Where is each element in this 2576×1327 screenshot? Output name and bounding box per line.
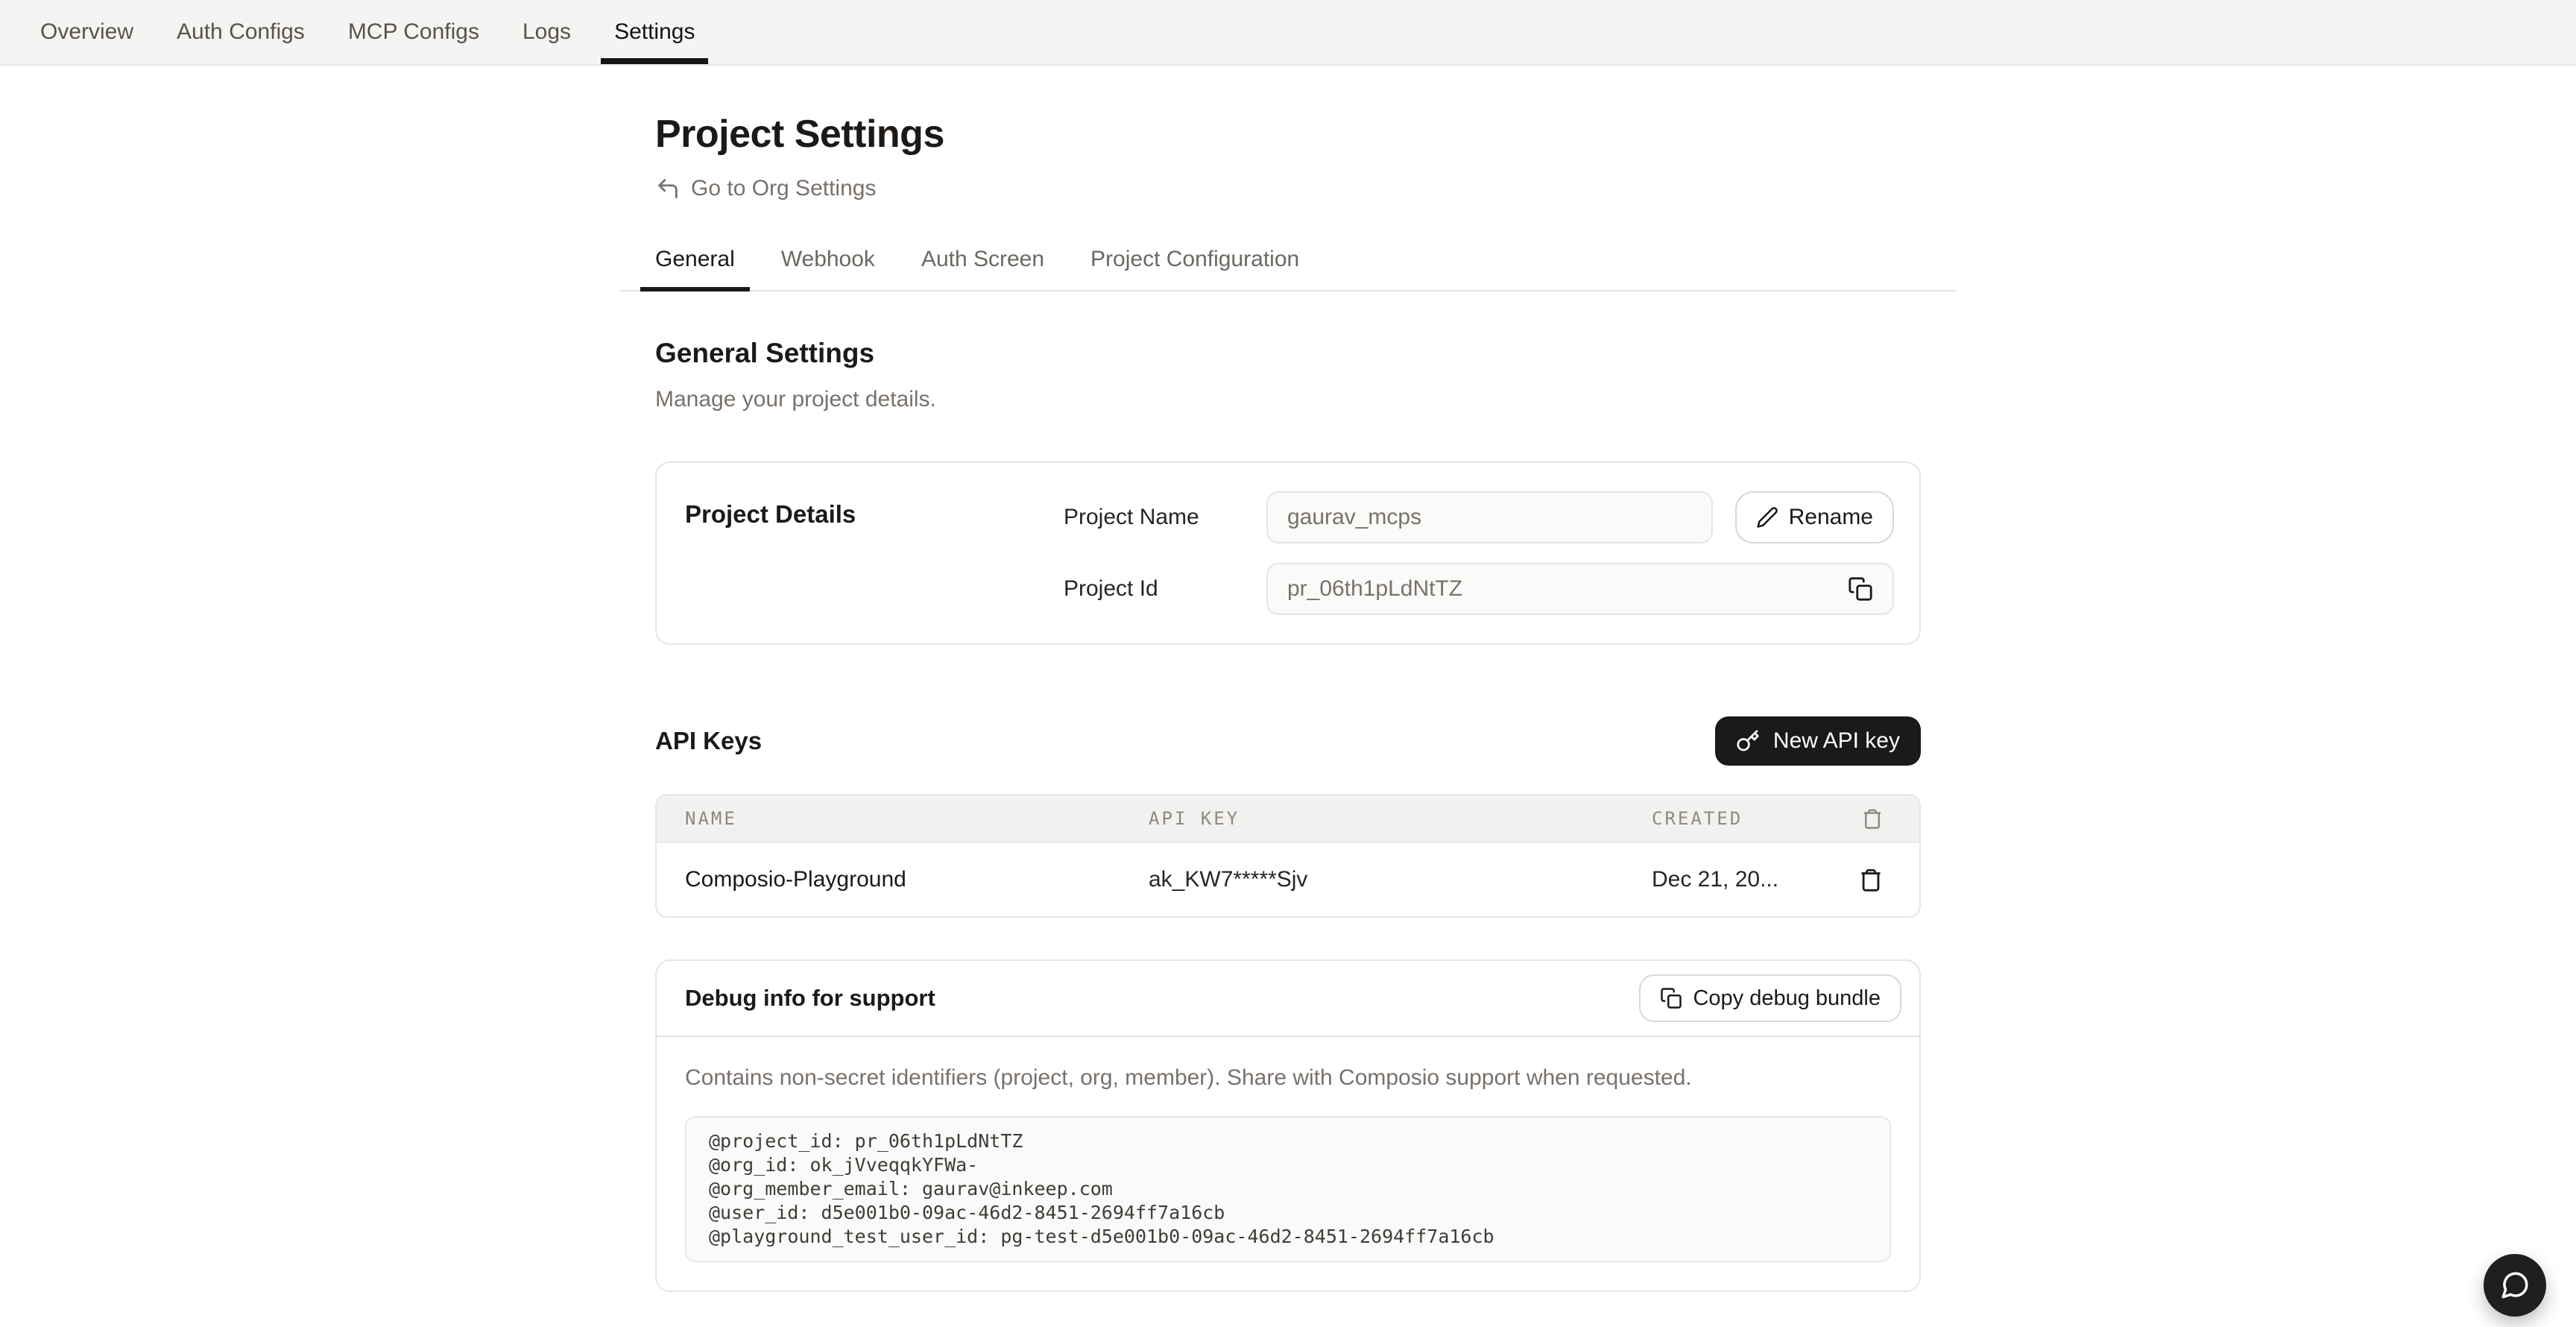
debug-card-header: Debug info for support Copy debug bundle	[657, 961, 1919, 1037]
project-details-fields: Project Name gaurav_mcps Rename Project …	[1064, 491, 1894, 615]
code-line: @org_member_email: gaurav@inkeep.com	[709, 1177, 1867, 1201]
project-id-row: Project Id pr_06th1pLdNtTZ	[1064, 563, 1894, 615]
debug-card-body: Contains non-secret identifiers (project…	[657, 1037, 1919, 1290]
column-header-name: NAME	[657, 808, 1149, 829]
debug-card-title: Debug info for support	[685, 985, 935, 1012]
debug-description: Contains non-secret identifiers (project…	[685, 1065, 1891, 1091]
copy-debug-bundle-button[interactable]: Copy debug bundle	[1639, 974, 1901, 1022]
nav-item-logs[interactable]: Logs	[512, 0, 581, 64]
project-name-label: Project Name	[1064, 505, 1266, 530]
project-id-value: pr_06th1pLdNtTZ	[1287, 576, 1462, 602]
debug-code-block: @project_id: pr_06th1pLdNtTZ @org_id: ok…	[685, 1116, 1891, 1262]
code-line: @project_id: pr_06th1pLdNtTZ	[709, 1129, 1867, 1153]
nav-item-overview[interactable]: Overview	[30, 0, 144, 64]
corner-up-left-icon	[655, 176, 681, 201]
tab-webhook[interactable]: Webhook	[766, 239, 890, 290]
project-settings-page: Project Settings Go to Org Settings Gene…	[655, 112, 1921, 1327]
new-api-key-label: New API key	[1773, 728, 1900, 754]
project-details-card: Project Details Project Name gaurav_mcps…	[655, 461, 1921, 645]
api-key-created: Dec 21, 20...	[1652, 867, 1831, 892]
code-line: @playground_test_user_id: pg-test-d5e001…	[709, 1225, 1867, 1249]
header-trash-cell	[1831, 807, 1919, 830]
rename-button[interactable]: Rename	[1735, 491, 1894, 543]
api-key-value: ak_KW7*****Sjv	[1149, 867, 1652, 892]
general-settings-heading: General Settings	[655, 338, 1921, 369]
copy-icon[interactable]	[1848, 576, 1873, 602]
chat-bubble-icon	[2499, 1270, 2531, 1301]
tab-auth-screen[interactable]: Auth Screen	[906, 239, 1059, 290]
new-api-key-button[interactable]: New API key	[1715, 716, 1921, 766]
key-icon	[1736, 729, 1760, 753]
column-header-created: CREATED	[1652, 808, 1831, 829]
api-key-name: Composio-Playground	[657, 867, 1149, 892]
general-settings-subheading: Manage your project details.	[655, 387, 1921, 412]
trash-icon[interactable]	[1858, 867, 1884, 892]
copy-icon	[1660, 987, 1682, 1009]
chat-button[interactable]	[2484, 1254, 2546, 1317]
go-to-org-settings-label: Go to Org Settings	[691, 176, 876, 201]
column-header-api-key: API KEY	[1149, 808, 1652, 829]
rename-button-label: Rename	[1789, 505, 1873, 530]
tab-general[interactable]: General	[640, 239, 750, 290]
api-keys-table-header: NAME API KEY CREATED	[657, 795, 1919, 842]
top-navigation: Overview Auth Configs MCP Configs Logs S…	[0, 0, 2576, 66]
tab-project-configuration[interactable]: Project Configuration	[1076, 239, 1314, 290]
trash-icon[interactable]	[1861, 807, 1884, 830]
project-name-input[interactable]: gaurav_mcps	[1266, 491, 1713, 543]
project-id-label: Project Id	[1064, 576, 1266, 602]
go-to-org-settings-link[interactable]: Go to Org Settings	[655, 176, 876, 201]
api-keys-table: NAME API KEY CREATED Composio-Playground…	[655, 794, 1921, 918]
nav-item-auth-configs[interactable]: Auth Configs	[166, 0, 315, 64]
project-details-title: Project Details	[685, 491, 1064, 615]
code-line: @user_id: d5e001b0-09ac-46d2-8451-2694ff…	[709, 1201, 1867, 1225]
row-trash-cell	[1831, 867, 1919, 892]
page-title: Project Settings	[655, 112, 1921, 157]
table-row: Composio-Playground ak_KW7*****Sjv Dec 2…	[657, 842, 1919, 916]
debug-info-card: Debug info for support Copy debug bundle…	[655, 959, 1921, 1292]
api-keys-header-row: API Keys New API key	[655, 716, 1921, 766]
api-keys-title: API Keys	[655, 727, 762, 755]
pencil-icon	[1756, 506, 1778, 529]
settings-tabs: General Webhook Auth Screen Project Conf…	[619, 239, 1957, 291]
nav-item-mcp-configs[interactable]: MCP Configs	[338, 0, 490, 64]
code-line: @org_id: ok_jVveqqkYFWa-	[709, 1153, 1867, 1177]
project-id-field: pr_06th1pLdNtTZ	[1266, 563, 1894, 615]
nav-item-settings[interactable]: Settings	[604, 0, 705, 64]
project-name-row: Project Name gaurav_mcps Rename	[1064, 491, 1894, 543]
copy-debug-bundle-label: Copy debug bundle	[1693, 986, 1881, 1011]
